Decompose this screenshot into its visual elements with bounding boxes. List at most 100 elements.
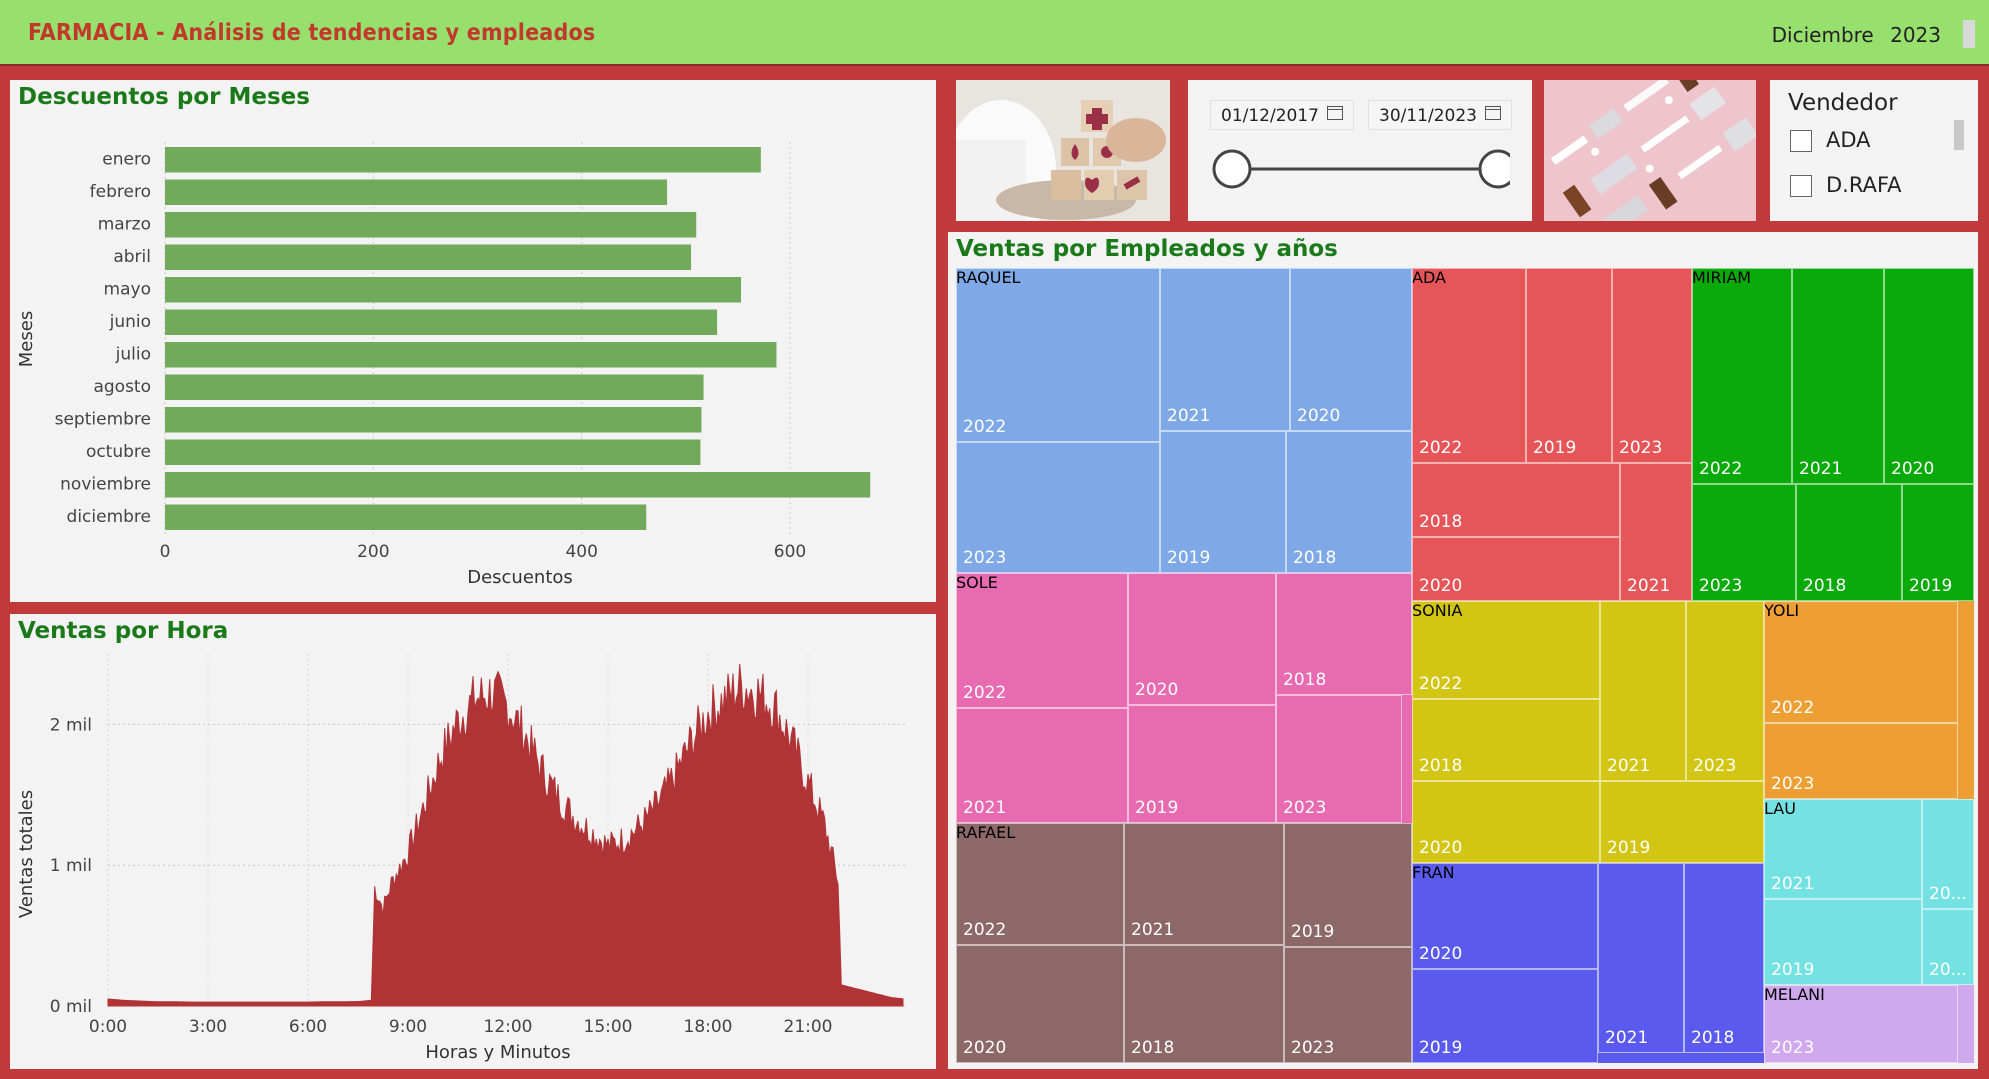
treemap-cell[interactable]: 2020 — [1128, 573, 1276, 705]
treemap-cell[interactable]: 2019 — [1600, 781, 1764, 863]
treemap-cell[interactable]: 2022 — [1412, 601, 1600, 699]
treemap-cell[interactable]: 2022 — [956, 573, 1128, 708]
treemap-cell[interactable]: 2019 — [1764, 899, 1922, 985]
end-date-input[interactable]: 30/11/2023 — [1368, 100, 1512, 130]
treemap-group[interactable]: 2022 2023 YOLI — [1764, 601, 1974, 799]
treemap-group[interactable]: 2022 2019 2023 2018 2021 2020 ADA — [1412, 268, 1692, 601]
treemap-cell[interactable]: 2021 — [1792, 268, 1884, 484]
x-tick-label: 18:00 — [684, 1017, 733, 1037]
category-label: febrero — [90, 182, 151, 202]
treemap-group[interactable]: 2020 2019 2021 2018 FRAN — [1412, 863, 1764, 1063]
treemap-chart: 2022 2021 2020 2023 2019 2018 RAQUEL 2022 2019 20… — [956, 268, 1974, 1063]
treemap-cell[interactable]: 2019 — [1128, 705, 1276, 823]
treemap-cell[interactable]: 2018 — [1412, 699, 1600, 781]
checkbox[interactable] — [1790, 130, 1812, 152]
x-tick-label: 21:00 — [784, 1017, 833, 1037]
treemap-year-label: 2021 — [1771, 874, 1815, 894]
treemap-cell[interactable]: 2021 — [1598, 863, 1684, 1053]
treemap-cell[interactable]: 2019 — [1902, 484, 1974, 601]
pills-flatlay-illustration — [1544, 80, 1756, 221]
treemap-cell[interactable]: 2023 — [1764, 723, 1958, 799]
treemap-group[interactable]: 2022 2021 2019 2020 2018 2023 RAFAEL — [956, 823, 1412, 1063]
category-label: diciembre — [67, 507, 151, 527]
treemap-cell[interactable]: 2022 — [1764, 601, 1958, 723]
treemap-cell[interactable]: 2021 — [1620, 463, 1692, 601]
treemap-cell[interactable]: 2021 — [1160, 268, 1290, 431]
treemap-cell[interactable]: 20... — [1922, 909, 1974, 985]
treemap-cell[interactable]: 2021 — [1764, 799, 1922, 899]
treemap-cell[interactable]: 2023 — [1284, 947, 1412, 1063]
treemap-cell[interactable]: 2020 — [956, 945, 1124, 1063]
hands-blocks-illustration — [956, 80, 1170, 221]
treemap-group[interactable]: 2022 2020 2018 2021 2019 2023 SOLE — [956, 573, 1412, 823]
treemap-cell[interactable]: 2019 — [1160, 431, 1286, 573]
treemap-cell[interactable]: 2021 — [956, 708, 1128, 823]
bar — [165, 309, 718, 335]
treemap-year-label: 20... — [1929, 884, 1967, 904]
category-label: septiembre — [55, 409, 151, 429]
treemap-cell[interactable]: 2018 — [1286, 431, 1412, 573]
treemap-cell[interactable]: 2022 — [1412, 268, 1526, 463]
treemap-cell[interactable]: 2021 — [1600, 601, 1686, 781]
calendar-icon[interactable] — [1484, 106, 1501, 120]
treemap-cell[interactable]: 2020 — [1412, 781, 1600, 863]
treemap-cell[interactable]: 2018 — [1412, 463, 1620, 537]
treemap-year-label: 2021 — [1167, 406, 1211, 426]
treemap-year-label: 2020 — [1419, 838, 1463, 858]
slider-end-handle[interactable] — [1478, 149, 1510, 189]
treemap-cell[interactable]: 20... — [1922, 799, 1974, 909]
treemap-cell[interactable]: 2018 — [1796, 484, 1902, 601]
treemap-cell[interactable]: 2022 — [1692, 268, 1792, 484]
treemap-cell[interactable]: 2023 — [1612, 268, 1692, 463]
treemap-group[interactable]: 2021 20... 2019 20... LAU — [1764, 799, 1974, 985]
treemap-cell[interactable]: 2023 — [1692, 484, 1796, 601]
vendedor-scrollbar[interactable] — [1954, 120, 1964, 150]
checkbox[interactable] — [1790, 175, 1812, 197]
treemap-cell[interactable]: 2023 — [1764, 985, 1958, 1063]
y-tick-label: 1 mil — [50, 856, 92, 876]
treemap-cell[interactable]: 2019 — [1284, 823, 1412, 947]
sales-area — [107, 663, 904, 1007]
slider-start-handle[interactable] — [1212, 149, 1252, 189]
ventas-hora-panel: Ventas por Hora 0 mil 1 mil 2 mil 0:00 3:00 6… — [10, 614, 936, 1069]
treemap-cell[interactable]: 2023 — [1276, 695, 1402, 823]
treemap-cell[interactable]: 2022 — [956, 823, 1124, 945]
calendar-icon[interactable] — [1326, 106, 1343, 120]
treemap-group[interactable]: 2022 2021 2023 2018 2020 2019 SONIA — [1412, 601, 1764, 863]
bar — [165, 374, 704, 400]
treemap-cell[interactable]: 2020 — [1290, 268, 1412, 431]
treemap-cell[interactable]: 2019 — [1412, 969, 1598, 1063]
treemap-cell[interactable]: 2023 — [1686, 601, 1764, 781]
x-axis-title: Horas y Minutos — [425, 1042, 570, 1063]
treemap-year-label: 2022 — [963, 920, 1007, 940]
vendedor-option-ada[interactable]: ADA — [1790, 128, 1871, 152]
vendedor-option-drafa[interactable]: D.RAFA — [1790, 173, 1901, 197]
start-date-input[interactable]: 01/12/2017 — [1210, 100, 1354, 130]
treemap-title: Ventas por Empleados y años — [956, 236, 1338, 262]
treemap-cell[interactable]: 2023 — [956, 442, 1160, 573]
treemap-cell[interactable]: 2018 — [1276, 573, 1412, 695]
treemap-cell[interactable]: 2018 — [1684, 863, 1764, 1053]
treemap-cell[interactable]: 2020 — [1884, 268, 1974, 484]
treemap-cell[interactable]: 2021 — [1124, 823, 1284, 945]
treemap-cell[interactable]: 2018 — [1124, 945, 1284, 1063]
treemap-group[interactable]: 2022 2021 2020 2023 2019 2018 RAQUEL — [956, 268, 1412, 573]
y-axis-title: Meses — [16, 311, 37, 367]
treemap-year-label: 2018 — [1803, 576, 1847, 596]
treemap-year-label: 2019 — [1909, 576, 1953, 596]
treemap-group[interactable]: 2022 2021 2020 2023 2018 2019 MIRIAM — [1692, 268, 1974, 601]
header-scrollbar[interactable] — [1963, 20, 1975, 48]
treemap-cell[interactable]: 2020 — [1412, 863, 1598, 969]
pharmacy-image-hands — [956, 80, 1170, 221]
treemap-cell[interactable]: 2022 — [956, 268, 1160, 442]
date-range-slider[interactable] — [1210, 144, 1510, 194]
bar — [165, 407, 702, 433]
treemap-cell[interactable]: 2020 — [1412, 537, 1620, 601]
x-tick-label: 400 — [565, 542, 597, 562]
treemap-year-label: 2022 — [963, 417, 1007, 437]
treemap-year-label: 2020 — [1135, 680, 1179, 700]
treemap-cell[interactable]: 2019 — [1526, 268, 1612, 463]
treemap-group[interactable]: 2023 MELANI — [1764, 985, 1974, 1063]
treemap-year-label: 2023 — [1283, 798, 1327, 818]
treemap-year-label: 2021 — [1607, 756, 1651, 776]
